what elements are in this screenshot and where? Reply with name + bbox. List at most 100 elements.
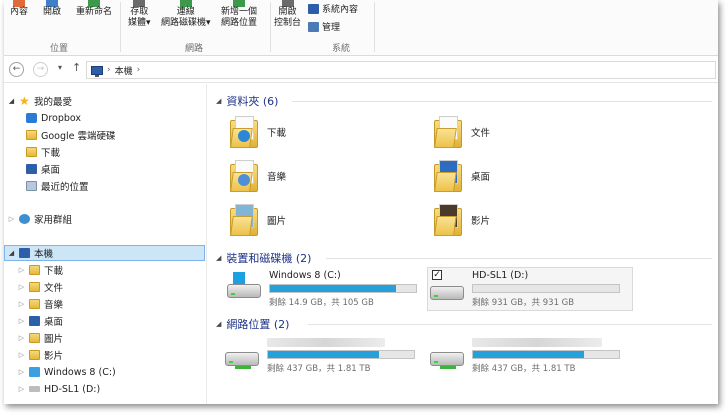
- capacity-bar: [472, 350, 620, 359]
- sidebar-item-drive-c[interactable]: ▷ Windows 8 (C:): [18, 364, 116, 380]
- folder-music[interactable]: 音樂: [230, 160, 286, 192]
- hard-drive-icon: [29, 386, 40, 392]
- computer-icon: [19, 248, 30, 258]
- documents-folder-icon: [29, 282, 40, 292]
- sidebar-item-this-pc[interactable]: ◢ 本機: [8, 245, 53, 261]
- system-icon: [308, 3, 319, 14]
- content-pane: ◢ 資料夾 (6) 下載 文件 音樂 桌面 圖片 影片 ◢ 裝置和磁碟機 (2)…: [208, 84, 718, 404]
- sidebar-item-pc-desktop[interactable]: ▷ 桌面: [18, 313, 63, 329]
- expand-triangle-icon[interactable]: ▷: [18, 266, 25, 274]
- manage-icon: [308, 21, 319, 32]
- ribbon: 內容 開啟 重新命名 位置 存取 媒體▾ 連線 網路磁碟機▾ 新增一個 網路位置…: [4, 0, 718, 56]
- control-panel-icon: [281, 0, 294, 7]
- network-location-1[interactable]: 剩餘 437 GB，共 1.81 TB: [225, 338, 415, 374]
- rename-button[interactable]: 重新命名: [76, 0, 112, 18]
- expand-triangle-icon[interactable]: ▷: [18, 300, 25, 308]
- capacity-bar: [269, 284, 417, 293]
- sidebar-item-google-drive[interactable]: Google 雲端硬碟: [26, 127, 116, 143]
- sidebar-item-favorites[interactable]: ◢ ★ 我的最愛: [8, 93, 72, 109]
- folder-pictures[interactable]: 圖片: [230, 204, 286, 236]
- open-control-panel-button[interactable]: 開啟 控制台: [274, 0, 301, 29]
- sidebar-item-pc-downloads[interactable]: ▷ 下載: [18, 262, 63, 278]
- windows-drive-icon: [227, 270, 261, 302]
- expand-triangle-icon[interactable]: ▷: [18, 385, 25, 393]
- breadcrumb-this-pc[interactable]: 本機: [115, 64, 133, 77]
- google-drive-icon: [26, 130, 37, 140]
- downloads-folder-icon: [26, 147, 37, 157]
- windows-logo-icon: [233, 272, 245, 284]
- add-network-location-button[interactable]: 新增一個 網路位置: [221, 0, 257, 29]
- explorer-window: 內容 開啟 重新命名 位置 存取 媒體▾ 連線 網路磁碟機▾ 新增一個 網路位置…: [4, 0, 718, 404]
- expand-triangle-icon[interactable]: ◢: [8, 97, 15, 105]
- collapse-triangle-icon[interactable]: ◢: [216, 320, 221, 328]
- network-location-2[interactable]: 剩餘 437 GB，共 1.81 TB: [430, 338, 620, 374]
- pictures-folder-icon: [29, 333, 40, 343]
- expand-triangle-icon[interactable]: ▷: [18, 368, 25, 376]
- group-label-system: 系統: [332, 44, 351, 54]
- section-header-folders[interactable]: ◢ 資料夾 (6): [216, 93, 278, 109]
- group-label-network: 網路: [185, 44, 204, 54]
- sidebar-item-recent-places[interactable]: 最近的位置: [26, 178, 89, 194]
- section-header-devices[interactable]: ◢ 裝置和磁碟機 (2): [216, 250, 311, 266]
- group-label-location: 位置: [50, 44, 69, 54]
- manage-button[interactable]: 管理: [308, 20, 340, 33]
- sidebar-item-dropbox[interactable]: Dropbox: [26, 110, 81, 126]
- desktop-icon: [29, 316, 40, 326]
- collapse-triangle-icon[interactable]: ◢: [216, 97, 221, 105]
- desktop-folder-icon: [434, 160, 462, 192]
- back-button[interactable]: ←: [9, 62, 24, 77]
- sidebar-item-pc-pictures[interactable]: ▷ 圖片: [18, 330, 63, 346]
- open-button[interactable]: 開啟: [43, 0, 61, 18]
- rename-icon: [88, 0, 100, 7]
- folder-documents[interactable]: 文件: [434, 116, 490, 148]
- media-icon: [133, 0, 146, 7]
- dropbox-icon: [26, 113, 37, 123]
- section-divider: [292, 101, 712, 102]
- address-bar[interactable]: › 本機 ›: [86, 61, 716, 79]
- expand-triangle-icon[interactable]: ▷: [18, 334, 25, 342]
- pictures-folder-icon: [230, 204, 258, 236]
- expand-triangle-icon[interactable]: ◢: [8, 249, 15, 257]
- network-drive-icon: [430, 338, 464, 370]
- properties-button[interactable]: 內容: [10, 0, 28, 18]
- system-properties-button[interactable]: 系統內容: [308, 2, 358, 15]
- forward-button[interactable]: →: [33, 62, 48, 77]
- folder-downloads[interactable]: 下載: [230, 116, 286, 148]
- drive-d[interactable]: ✓ HD-SL1 (D:) 剩餘 931 GB，共 931 GB: [427, 267, 633, 311]
- sidebar-item-pc-documents[interactable]: ▷ 文件: [18, 279, 63, 295]
- properties-icon: [13, 0, 25, 7]
- section-divider: [308, 324, 712, 325]
- sidebar-item-homegroup[interactable]: ▷ 家用群組: [8, 211, 72, 227]
- music-folder-icon: [29, 299, 40, 309]
- collapse-triangle-icon[interactable]: ◢: [216, 254, 221, 262]
- expand-triangle-icon[interactable]: ▷: [18, 317, 25, 325]
- recent-locations-button[interactable]: ▾: [58, 63, 62, 72]
- videos-folder-icon: [29, 350, 40, 360]
- sidebar-item-desktop[interactable]: 桌面: [26, 161, 60, 177]
- capacity-bar: [472, 284, 620, 293]
- folder-desktop[interactable]: 桌面: [434, 160, 490, 192]
- windows-drive-icon: [29, 367, 40, 377]
- open-icon: [46, 0, 58, 7]
- address-toolbar: ← → ▾ ↑ › 本機 ›: [4, 57, 718, 83]
- sidebar-item-pc-videos[interactable]: ▷ 影片: [18, 347, 63, 363]
- downloads-folder-icon: [29, 265, 40, 275]
- sidebar-item-pc-music[interactable]: ▷ 音樂: [18, 296, 63, 312]
- expand-triangle-icon[interactable]: ▷: [18, 283, 25, 291]
- expand-triangle-icon[interactable]: ▷: [8, 215, 15, 223]
- sidebar-item-downloads[interactable]: 下載: [26, 144, 60, 160]
- capacity-bar: [267, 350, 415, 359]
- access-media-button[interactable]: 存取 媒體▾: [128, 0, 151, 29]
- expand-triangle-icon[interactable]: ▷: [18, 351, 25, 359]
- recent-places-icon: [26, 181, 37, 191]
- section-header-network[interactable]: ◢ 網路位置 (2): [216, 316, 289, 332]
- videos-folder-icon: [434, 204, 462, 236]
- sidebar-item-drive-d[interactable]: ▷ HD-SL1 (D:): [18, 381, 100, 397]
- map-network-drive-button[interactable]: 連線 網路磁碟機▾: [161, 0, 211, 29]
- network-location-icon: [233, 0, 245, 7]
- up-button[interactable]: ↑: [72, 61, 81, 74]
- ribbon-separator: [120, 2, 121, 52]
- folder-videos[interactable]: 影片: [434, 204, 490, 236]
- section-divider: [326, 258, 712, 259]
- drive-c[interactable]: Windows 8 (C:) 剩餘 14.9 GB，共 105 GB: [225, 268, 419, 310]
